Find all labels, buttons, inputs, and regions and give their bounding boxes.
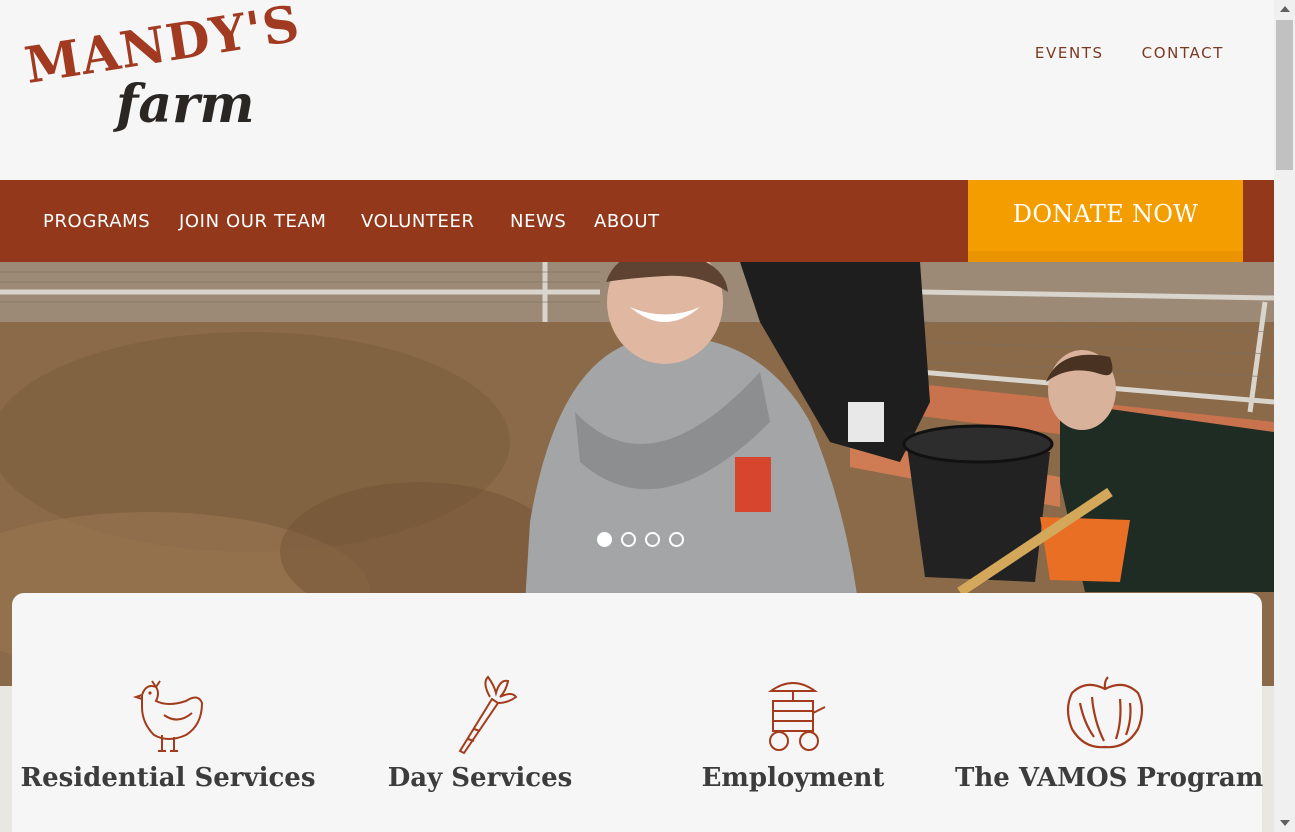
logo-text-farm: farm [116,74,255,135]
scroll-down-arrow-icon[interactable] [1280,820,1290,826]
nav-join-our-team[interactable]: JOIN OUR TEAM [179,211,327,232]
main-nav: PROGRAMS JOIN OUR TEAM VOLUNTEER NEWS AB… [0,180,1274,262]
chicken-icon [132,680,204,752]
slide-dot-4[interactable] [669,532,684,547]
mandys-farm-logo[interactable]: MANDY'S farm [21,0,304,154]
program-day-services[interactable]: Day Services [330,673,630,793]
slide-dot-3[interactable] [645,532,660,547]
programs-card: Residential Services Day Services Employ… [12,593,1264,832]
apple-icon [1066,676,1144,749]
site-header: MANDY'S farm EVENTS CONTACT [0,0,1274,180]
program-vamos[interactable]: The VAMOS Program [955,673,1264,793]
events-link[interactable]: EVENTS [1035,44,1104,62]
scroll-thumb[interactable] [1276,20,1293,170]
program-title: Residential Services [20,763,316,793]
slide-indicators [597,532,684,547]
slide-dot-1[interactable] [597,532,612,547]
donate-now-label: DONATE NOW [1012,200,1199,228]
utility-nav: EVENTS CONTACT [1035,44,1224,62]
nav-volunteer[interactable]: VOLUNTEER [361,211,475,232]
cart-icon [767,682,826,751]
contact-link[interactable]: CONTACT [1142,44,1224,62]
carrot-icon [458,675,518,755]
program-title: The VAMOS Program [955,763,1264,793]
slide-dot-2[interactable] [621,532,636,547]
scroll-up-arrow-icon[interactable] [1280,6,1290,12]
page-scrollbar[interactable] [1274,0,1295,832]
program-title: Employment [701,763,885,793]
nav-news[interactable]: NEWS [510,211,566,232]
program-employment[interactable]: Employment [643,673,943,793]
donate-now-button[interactable]: DONATE NOW [968,180,1243,262]
nav-programs[interactable]: PROGRAMS [43,211,150,232]
program-title: Day Services [387,763,573,793]
nav-about[interactable]: ABOUT [594,211,660,232]
program-residential-services[interactable]: Residential Services [18,673,318,793]
